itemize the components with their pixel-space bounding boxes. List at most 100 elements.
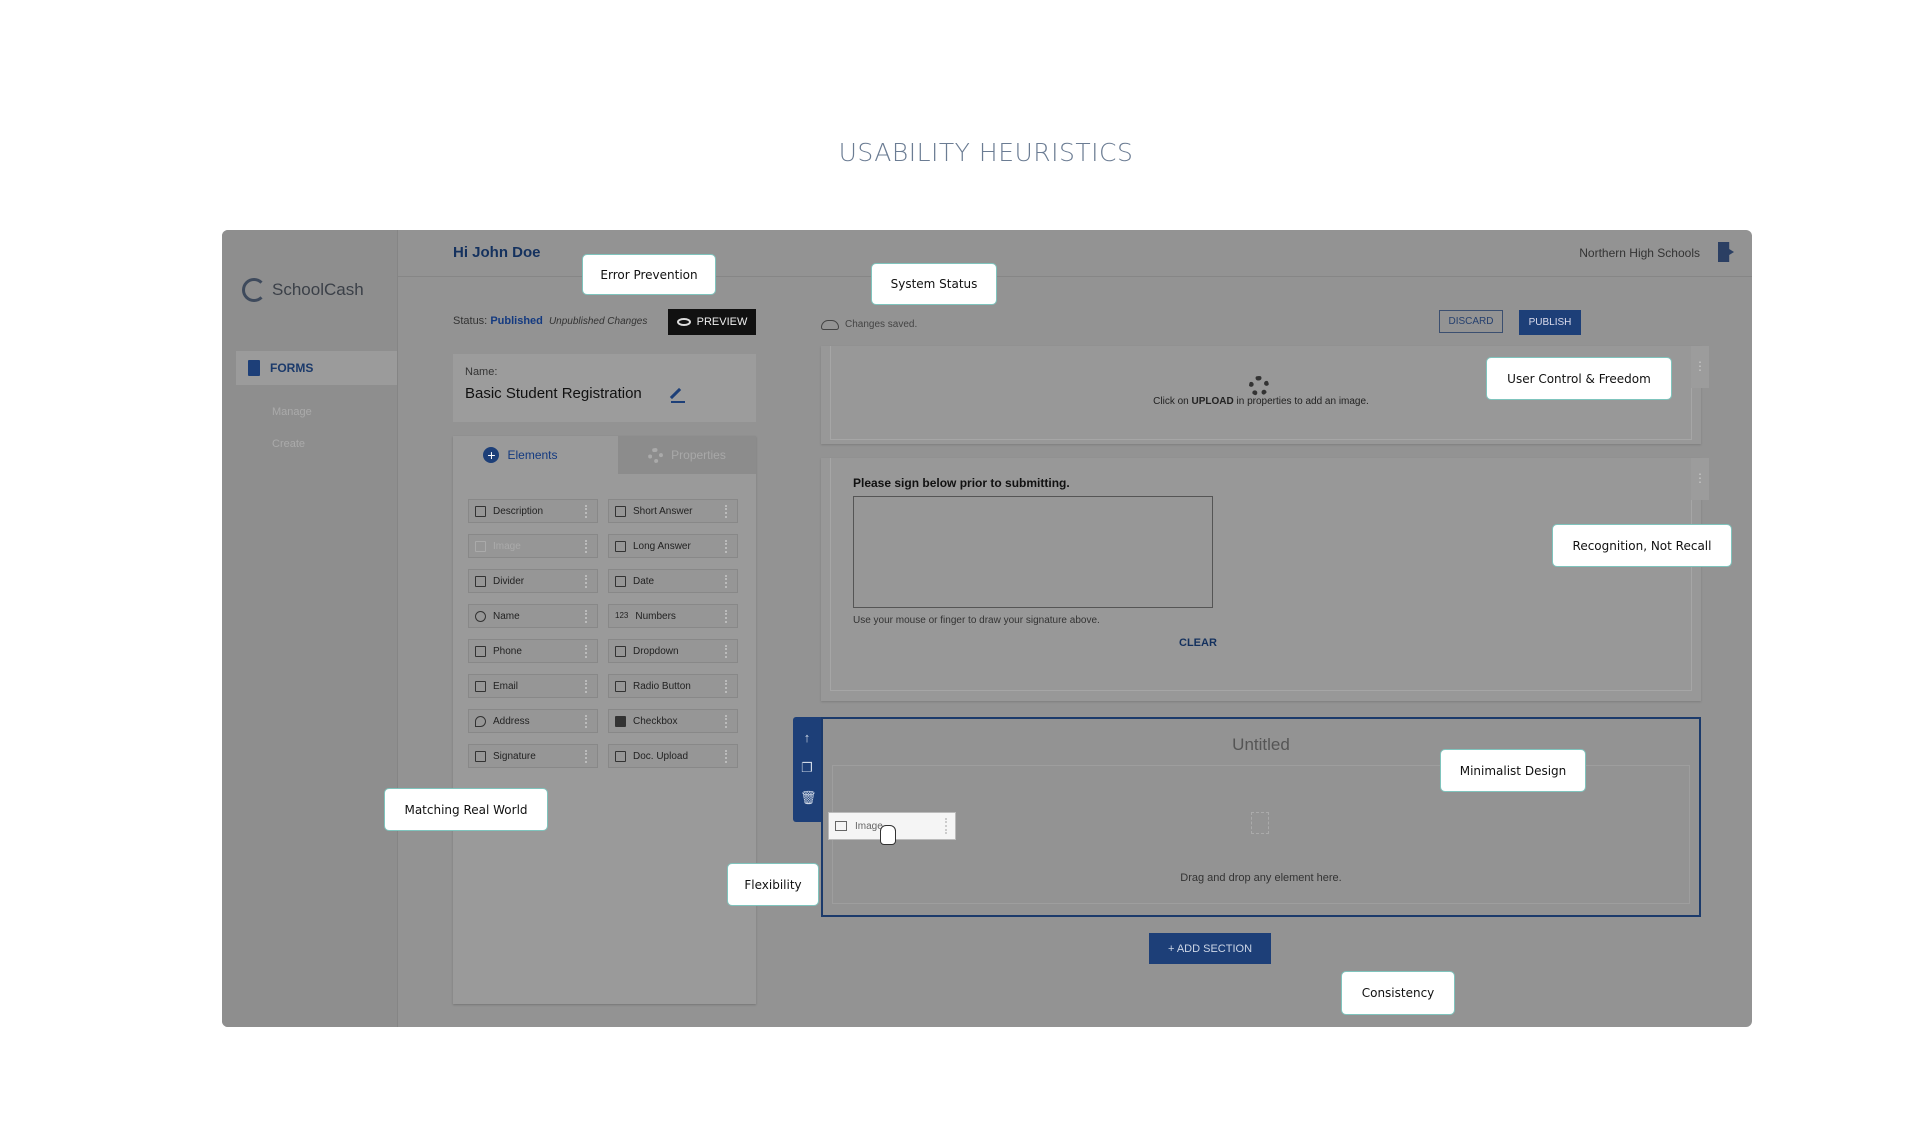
element-phone[interactable]: Phone: [468, 639, 598, 663]
hand-cursor-icon: [880, 825, 896, 845]
element-label: Dropdown: [633, 645, 679, 657]
duplicate-icon[interactable]: ❐: [800, 761, 814, 775]
drag-handle-icon: [585, 750, 589, 763]
element-description[interactable]: Description: [468, 499, 598, 523]
person-icon: [475, 610, 486, 622]
location-pin-icon: [475, 715, 486, 727]
clear-button[interactable]: CLEAR: [1173, 636, 1223, 650]
main-area: Hi John Doe Northern High Schools Status…: [398, 230, 1752, 1027]
element-checkbox[interactable]: Checkbox: [608, 709, 738, 733]
callout-consistency: Consistency: [1341, 971, 1455, 1015]
callout-user-control: User Control & Freedom: [1486, 357, 1672, 400]
callout-system-status: System Status: [871, 263, 997, 305]
tab-elements[interactable]: + Elements: [453, 436, 588, 474]
element-signature[interactable]: Signature: [468, 744, 598, 768]
save-status: Changes saved.: [821, 319, 917, 330]
element-image[interactable]: Image: [468, 534, 598, 558]
greeting: Hi John Doe: [453, 244, 541, 261]
status-label: Status:: [453, 315, 488, 327]
element-label: Numbers: [635, 610, 676, 622]
drag-handle-icon: [945, 818, 947, 834]
element-radio-button[interactable]: Radio Button: [608, 674, 738, 698]
signature-icon: [475, 750, 486, 762]
element-label: Description: [493, 505, 544, 517]
drag-handle-icon: [585, 680, 589, 693]
element-short-answer[interactable]: Short Answer: [608, 499, 738, 523]
callout-error-prevention: Error Prevention: [582, 254, 716, 295]
logo: SchoolCash: [242, 278, 364, 302]
image-icon: [475, 540, 486, 552]
element-email[interactable]: Email: [468, 674, 598, 698]
drag-ghost-label: Image: [855, 820, 883, 832]
gear-icon: [648, 447, 664, 463]
element-label: Doc. Upload: [633, 750, 689, 762]
numbers-icon: 123: [615, 610, 629, 620]
save-status-text: Changes saved.: [845, 319, 918, 330]
kebab-menu-icon[interactable]: ⋮: [1691, 346, 1709, 388]
element-long-answer[interactable]: Long Answer: [608, 534, 738, 558]
checkbox-icon: [615, 715, 626, 727]
plus-circle-icon: +: [483, 447, 500, 463]
logout-icon[interactable]: [1718, 242, 1734, 262]
section-toolbar: ↑ ❐ 🗑: [793, 717, 821, 822]
sidebar-item-forms[interactable]: FORMS: [236, 351, 397, 385]
element-address[interactable]: Address: [468, 709, 598, 733]
drag-handle-icon: [585, 715, 589, 728]
app-screenshot: SchoolCash FORMS Manage Create Hi John D…: [222, 230, 1752, 1027]
preview-label: PREVIEW: [696, 316, 748, 328]
element-label: Address: [493, 715, 530, 727]
edit-icon[interactable]: [671, 387, 685, 403]
form-name-value: Basic Student Registration: [465, 385, 642, 402]
element-label: Name: [493, 610, 520, 622]
unpublished-note: Unpublished Changes: [548, 316, 648, 327]
element-date[interactable]: Date: [608, 569, 738, 593]
drag-handle-icon: [585, 540, 589, 553]
element-numbers[interactable]: 123 Numbers: [608, 604, 738, 628]
drag-handle-icon: [725, 645, 729, 658]
divider-icon: [475, 575, 486, 587]
drag-handle-icon: [585, 505, 589, 518]
element-label: Date: [633, 575, 655, 587]
element-dropdown[interactable]: Dropdown: [608, 639, 738, 663]
drag-handle-icon: [725, 505, 729, 518]
calendar-icon: [615, 575, 626, 587]
drag-handle-icon: [585, 645, 589, 658]
element-label: Divider: [493, 575, 525, 587]
list-icon: [615, 680, 626, 692]
tab-label: Properties: [671, 448, 726, 462]
signature-canvas[interactable]: [853, 496, 1213, 608]
arrow-up-icon[interactable]: ↑: [800, 731, 814, 745]
drag-handle-icon: [725, 750, 729, 763]
upload-text-prefix: Click on: [1153, 396, 1192, 407]
image-icon: [835, 821, 847, 831]
drag-handle-icon: [725, 575, 729, 588]
eye-icon: [676, 318, 691, 326]
publish-button[interactable]: PUBLISH: [1519, 310, 1581, 335]
status-value: Published: [490, 315, 543, 327]
sidebar-item-manage[interactable]: Manage: [272, 406, 312, 418]
callout-minimalist-design: Minimalist Design: [1440, 749, 1586, 792]
element-label: Image: [493, 540, 521, 552]
element-divider[interactable]: Divider: [468, 569, 598, 593]
add-section-button[interactable]: + ADD SECTION: [1149, 933, 1271, 964]
discard-button[interactable]: DISCARD: [1439, 310, 1503, 333]
sidebar-item-label: FORMS: [270, 361, 314, 375]
element-name[interactable]: Name: [468, 604, 598, 628]
drag-handle-icon: [725, 610, 729, 623]
callout-matching-real-world: Matching Real World: [384, 788, 548, 831]
drop-file-icon: [1251, 812, 1269, 834]
upload-icon: [615, 750, 626, 762]
trash-icon[interactable]: 🗑: [800, 791, 817, 805]
document-icon: [248, 360, 260, 376]
signature-title: Please sign below prior to submitting.: [853, 476, 1070, 490]
signature-help: Use your mouse or finger to draw your si…: [853, 615, 1100, 626]
element-doc-upload[interactable]: Doc. Upload: [608, 744, 738, 768]
preview-button[interactable]: PREVIEW: [668, 309, 756, 335]
upload-text-suffix: in properties to add an image.: [1233, 396, 1369, 407]
sidebar-item-create[interactable]: Create: [272, 438, 305, 450]
tab-properties[interactable]: Properties: [618, 436, 756, 474]
drag-handle-icon: [585, 575, 589, 588]
kebab-menu-icon[interactable]: ⋮: [1691, 458, 1709, 500]
element-label: Phone: [493, 645, 522, 657]
upload-text-bold: UPLOAD: [1191, 396, 1234, 407]
